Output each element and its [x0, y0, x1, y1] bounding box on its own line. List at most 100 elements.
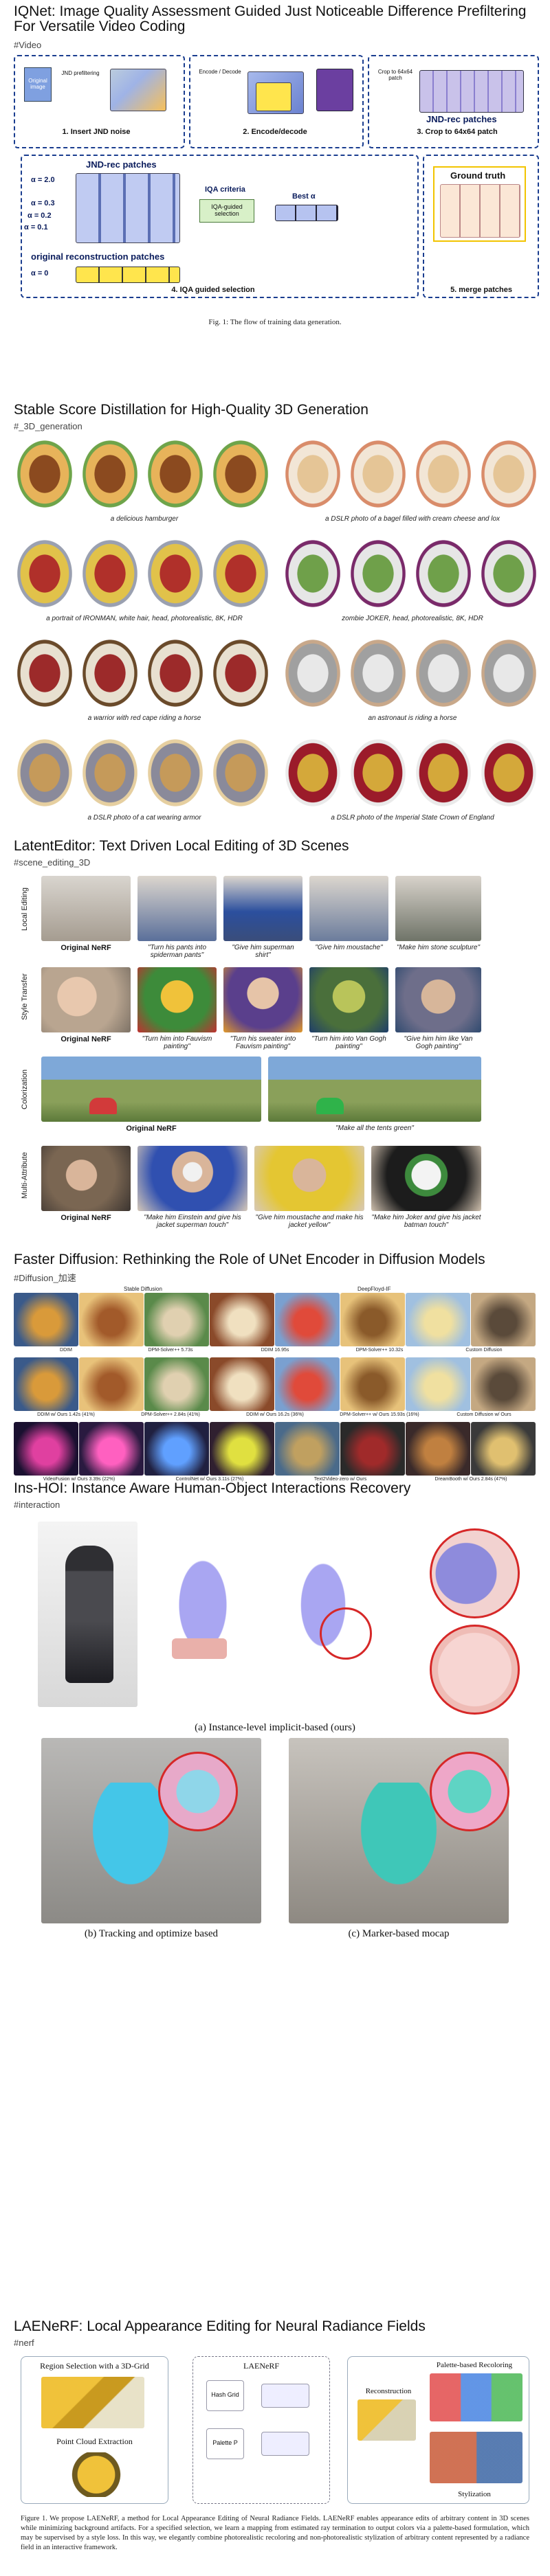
generated-image [282, 536, 344, 611]
jnd-stack [110, 69, 166, 111]
diffusion-sample [79, 1357, 144, 1411]
generated-image [412, 735, 474, 811]
point-cloud [48, 2452, 144, 2497]
caption-a: (a) Instance-level implicit-based (ours) [195, 1722, 355, 1733]
caption-b: (b) Tracking and optimize based [84, 1928, 219, 1939]
edit-image [309, 967, 388, 1032]
orig-patch-row [76, 267, 180, 283]
generated-image [14, 635, 76, 711]
edit-image [371, 1146, 481, 1211]
edit-prompt: "Give him moustache and make his jacket … [255, 1214, 364, 1229]
section-iqnet: IQNet: Image Quality Assessment Guided J… [0, 0, 550, 402]
section-ssd: Stable Score Distillation for High-Quali… [0, 402, 550, 841]
generated-image [210, 536, 272, 611]
panel-label-5: 5. merge patches [450, 286, 512, 294]
diffusion-sample [340, 1293, 405, 1346]
hash-grid-box: Hash Grid [206, 2380, 244, 2411]
edit-image [309, 876, 388, 941]
edit-image [138, 967, 217, 1032]
row-label-style: Style Transfer [21, 973, 29, 1020]
generated-image [144, 436, 206, 512]
edit-image [138, 876, 217, 941]
edit-prompt: "Turn him into Fauvism painting" [142, 1035, 212, 1050]
jnd-prefiltering-label: JND prefiltering [61, 70, 100, 76]
generated-image [478, 735, 540, 811]
edit-image [223, 876, 302, 941]
patch-grid [419, 70, 524, 113]
sample-label: DPM-Solver++ 10.32s [355, 1348, 404, 1353]
zoom-bottom [430, 1625, 520, 1715]
generated-image [14, 436, 76, 512]
diffusion-sample [275, 1422, 340, 1476]
theta-offset [261, 2384, 309, 2408]
edit-prompt: "Make all the tents green" [336, 1125, 414, 1132]
alpha-2: α = 2.0 [31, 176, 55, 184]
diffusion-sample [144, 1357, 209, 1411]
generated-image [412, 536, 474, 611]
generated-image [14, 735, 76, 811]
edit-prompt: "Turn his pants into spiderman pants" [147, 944, 207, 959]
diffusion-sample [340, 1357, 405, 1411]
edit-image [268, 1057, 481, 1122]
style-image [430, 2432, 522, 2483]
section-tag: #nerf [14, 2338, 34, 2348]
edit-prompt: "Give him superman shirt" [232, 944, 294, 959]
section-tag: #_3D_generation [14, 421, 82, 431]
original-nerf-label: Original NeRF [60, 1035, 111, 1043]
generated-image [478, 635, 540, 711]
generated-image [347, 436, 409, 512]
tracking-zoom [158, 1752, 238, 1831]
diffusion-sample [406, 1422, 470, 1476]
section-tag: #interaction [14, 1500, 60, 1510]
edit-prompt: "Give him him like Van Gogh painting" [404, 1035, 473, 1050]
recolor-label: Palette-based Recoloring [436, 2361, 513, 2369]
prompt-caption: a delicious hamburger [110, 515, 179, 523]
generated-image [144, 536, 206, 611]
section-title: Faster Diffusion: Rethinking the Role of… [14, 1252, 485, 1267]
generated-image [412, 635, 474, 711]
zoom-top [430, 1528, 520, 1618]
section-tag: #scene_editing_3D [14, 857, 91, 868]
excavator-grid [41, 2377, 144, 2428]
sample-label: Custom Diffusion [465, 1348, 503, 1353]
alpha-03: α = 0.3 [31, 199, 55, 207]
edit-prompt: "Make him Joker and give his jacket batm… [371, 1214, 481, 1229]
generated-image [347, 536, 409, 611]
diffusion-sample [14, 1422, 78, 1476]
crop-label: Crop to 64x64 patch [377, 69, 413, 81]
generated-image [347, 635, 409, 711]
alpha-01: α = 0.1 [24, 223, 48, 231]
generated-image [478, 536, 540, 611]
generated-image [14, 536, 76, 611]
alpha-0: α = 0 [31, 269, 49, 278]
diffusion-sample [79, 1422, 144, 1476]
edit-prompt: "Turn him into Van Gogh painting" [311, 1035, 386, 1050]
panel-label-1: 1. Insert JND noise [62, 128, 131, 136]
sample-label: DDIM w/ Ours 1.42s (41%) [37, 1412, 95, 1417]
figure-caption: Figure 1. We propose LAENeRF, a method f… [21, 2515, 529, 2551]
edit-prompt: "Make him stone sculpture" [396, 944, 481, 951]
jnd-rec-patches-label: JND-rec patches [426, 114, 497, 124]
diffusion-sample [79, 1293, 144, 1346]
prompt-caption: a portrait of IRONMAN, white hair, head,… [46, 615, 243, 622]
sample-label: DDIM 16.95s [261, 1348, 289, 1353]
iqa-criteria-label: IQA criteria [205, 185, 245, 194]
patch-row-stack [76, 173, 180, 243]
alpha-02: α = 0.2 [28, 212, 52, 220]
section-faster: Faster Diffusion: Rethinking the Role of… [0, 1252, 550, 1482]
original-nerf-image [41, 876, 131, 941]
mocap-zoom [430, 1752, 509, 1831]
diffusion-sample [471, 1422, 536, 1476]
generated-image [210, 436, 272, 512]
diffusion-sample [210, 1422, 274, 1476]
theta-weight [261, 2432, 309, 2456]
original-nerf-label: Original NeRF [60, 1214, 111, 1222]
sample-label: Custom Diffusion w/ Ours [456, 1412, 512, 1417]
laenerf-label: LAENeRF [243, 2361, 279, 2371]
jnd-rec-purple [316, 69, 353, 111]
diffusion-sample [210, 1293, 274, 1346]
jnd-rec-yellow [256, 82, 292, 111]
recon-front [148, 1522, 258, 1707]
diffusion-sample [210, 1357, 274, 1411]
sample-label: DDIM w/ Ours 16.2s (36%) [246, 1412, 304, 1417]
